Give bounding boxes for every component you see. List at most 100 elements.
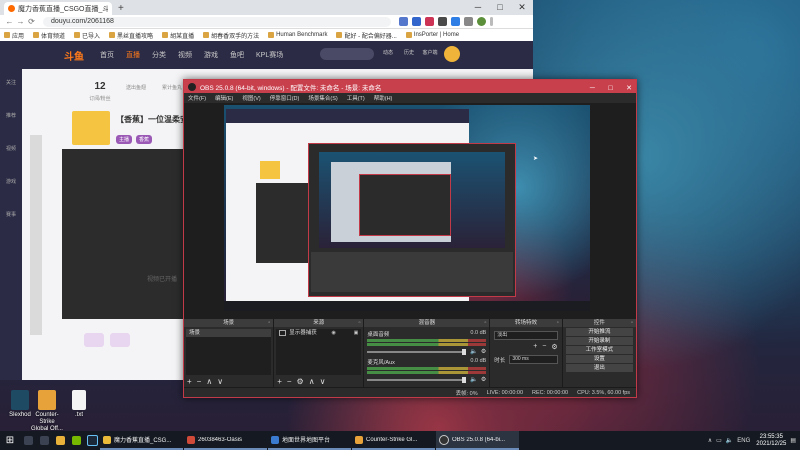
sidebar-item[interactable]: 关注 bbox=[0, 79, 22, 86]
menu-edit[interactable]: 编辑(E) bbox=[215, 94, 233, 102]
menu-file[interactable]: 文件(F) bbox=[188, 94, 206, 102]
menu-view[interactable]: 视图(V) bbox=[242, 94, 260, 102]
new-tab-button[interactable]: + bbox=[112, 2, 130, 15]
remove-scene-button[interactable]: − bbox=[197, 377, 202, 386]
room-tag[interactable]: 主播 bbox=[116, 135, 133, 144]
close-button[interactable]: ✕ bbox=[511, 0, 533, 15]
taskbar-app-active[interactable]: OBS 25.0.8 (64-bi... bbox=[436, 431, 519, 450]
duration-input[interactable]: 300 ms bbox=[509, 355, 558, 364]
bookmark-item[interactable]: 体育频道 bbox=[33, 31, 65, 40]
menu-docks[interactable]: 停靠窗口(D) bbox=[270, 94, 300, 102]
dock-close-icon[interactable]: ▫ bbox=[484, 319, 486, 327]
tray-arrow-icon[interactable]: ∧ bbox=[708, 437, 712, 444]
add-scene-button[interactable]: + bbox=[187, 377, 192, 386]
source-item[interactable]: 显示器捕获 ◉ ▣ bbox=[276, 329, 361, 337]
address-bar[interactable]: douyu.com/2061168 bbox=[43, 16, 391, 27]
maximize-button[interactable]: □ bbox=[489, 0, 511, 15]
bookmark-item[interactable]: Human Benchmark bbox=[268, 32, 327, 38]
remove-source-button[interactable]: − bbox=[287, 377, 292, 386]
start-streaming-button[interactable]: 开始推流 bbox=[565, 328, 633, 336]
move-up-button[interactable]: ∧ bbox=[206, 377, 212, 386]
avatar[interactable] bbox=[444, 46, 460, 62]
sidebar-item[interactable]: 游戏 bbox=[0, 178, 22, 185]
gear-icon[interactable]: ⚙ bbox=[481, 348, 486, 355]
language-indicator[interactable]: ENG bbox=[737, 438, 750, 444]
add-transition-button[interactable]: + bbox=[533, 343, 537, 351]
star-icon[interactable] bbox=[399, 17, 408, 26]
exit-button[interactable]: 退出 bbox=[565, 364, 633, 372]
volume-slider[interactable] bbox=[367, 348, 467, 355]
nav-item[interactable]: 鱼吧 bbox=[230, 50, 244, 60]
gift-icon[interactable] bbox=[84, 333, 104, 347]
browser-tab[interactable]: 魔力香蕉直播_CSGO直播_斗鱼直... bbox=[4, 2, 112, 15]
search-icon[interactable] bbox=[20, 431, 36, 450]
bookmark-item[interactable]: 胡春香双手的方法 bbox=[203, 31, 259, 40]
move-up-button[interactable]: ∧ bbox=[309, 377, 315, 386]
menu-help[interactable]: 帮助(H) bbox=[374, 94, 393, 102]
gear-icon[interactable]: ⚙ bbox=[481, 376, 486, 383]
task-view-icon[interactable] bbox=[36, 431, 52, 450]
nav-item[interactable]: 游戏 bbox=[204, 50, 218, 60]
minimize-button[interactable]: ─ bbox=[467, 0, 489, 15]
bookmark-item[interactable]: 配好 - 配合偏好器... bbox=[336, 31, 397, 40]
forward-icon[interactable]: → bbox=[15, 17, 26, 26]
steam-icon[interactable] bbox=[84, 431, 100, 450]
gift-icon[interactable] bbox=[110, 333, 130, 347]
network-icon[interactable]: ▭ bbox=[716, 437, 722, 444]
bookmark-item[interactable]: 应用 bbox=[4, 31, 24, 40]
slider-knob[interactable] bbox=[462, 348, 467, 355]
history-icon[interactable]: 历史 bbox=[401, 49, 417, 56]
site-logo[interactable]: 斗鱼 bbox=[64, 48, 84, 63]
nav-item[interactable]: 分类 bbox=[152, 50, 166, 60]
transition-type-select[interactable]: 淡出 bbox=[494, 331, 558, 340]
start-recording-button[interactable]: 开始录制 bbox=[565, 337, 633, 345]
lock-icon[interactable]: ▣ bbox=[354, 329, 359, 337]
move-down-button[interactable]: ∨ bbox=[217, 377, 223, 386]
notification-icon[interactable]: ▤ bbox=[790, 437, 796, 444]
settings-button[interactable]: 设置 bbox=[565, 355, 633, 363]
sidebar-item[interactable]: 推荐 bbox=[0, 112, 22, 119]
visibility-icon[interactable]: ◉ bbox=[332, 329, 336, 337]
desktop-icon-csgo[interactable]: Counter-Strike Global Off... bbox=[30, 390, 64, 433]
extension-icon[interactable] bbox=[438, 17, 447, 26]
sidebar-item[interactable]: 视频 bbox=[0, 145, 22, 152]
taskbar-app[interactable]: 26038463-Oasis bbox=[184, 431, 267, 450]
nav-item[interactable]: 首页 bbox=[100, 50, 114, 60]
profile-icon[interactable] bbox=[477, 17, 486, 26]
extension-icon[interactable] bbox=[412, 17, 421, 26]
back-icon[interactable]: ← bbox=[4, 17, 15, 26]
nav-item-active[interactable]: 直播 bbox=[126, 50, 140, 60]
site-search-input[interactable] bbox=[320, 48, 374, 60]
bookmark-item[interactable]: 胡某直播 bbox=[162, 31, 194, 40]
close-button[interactable]: ✕ bbox=[626, 85, 632, 92]
taskbar-app[interactable]: Counter-Strike Gl... bbox=[352, 431, 435, 450]
nav-item[interactable]: 视频 bbox=[178, 50, 192, 60]
nav-item[interactable]: KPL赛场 bbox=[256, 50, 283, 60]
remove-transition-button[interactable]: − bbox=[542, 343, 546, 351]
extension-icon[interactable] bbox=[464, 17, 473, 26]
menu-icon[interactable] bbox=[490, 17, 493, 26]
taskbar-app[interactable]: 地面世界地图平台 bbox=[268, 431, 351, 450]
taskbar-app[interactable]: 魔力香蕉直播_CSG... bbox=[100, 431, 183, 450]
move-down-button[interactable]: ∨ bbox=[320, 377, 326, 386]
menu-tools[interactable]: 工具(T) bbox=[347, 94, 365, 102]
bookmark-item[interactable]: 黑丝直播攻略 bbox=[109, 31, 153, 40]
dock-close-icon[interactable]: ▫ bbox=[358, 319, 360, 327]
dock-close-icon[interactable]: ▫ bbox=[557, 319, 559, 327]
sidebar-item[interactable]: 赛事 bbox=[0, 211, 22, 218]
explorer-icon[interactable] bbox=[52, 431, 68, 450]
source-settings-icon[interactable]: ⚙ bbox=[297, 377, 304, 386]
studio-mode-button[interactable]: 工作室模式 bbox=[565, 346, 633, 354]
menu-scene-collection[interactable]: 场景集合(S) bbox=[308, 94, 337, 102]
slider-knob[interactable] bbox=[462, 376, 467, 383]
volume-slider[interactable] bbox=[367, 376, 467, 383]
volume-icon[interactable]: 🔈 bbox=[726, 437, 733, 444]
bookmark-item[interactable]: 已导入 bbox=[74, 31, 100, 40]
dock-close-icon[interactable]: ▫ bbox=[268, 319, 270, 327]
obs-preview[interactable]: ➤ bbox=[224, 105, 590, 311]
clock[interactable]: 23:55:35 2021/12/25 bbox=[756, 434, 786, 448]
minimize-button[interactable]: ─ bbox=[590, 85, 595, 92]
transition-settings-icon[interactable]: ⚙ bbox=[551, 343, 557, 351]
speaker-icon[interactable]: 🔈 bbox=[470, 376, 477, 383]
bookmark-item[interactable]: InsPorter | Home bbox=[405, 32, 459, 38]
